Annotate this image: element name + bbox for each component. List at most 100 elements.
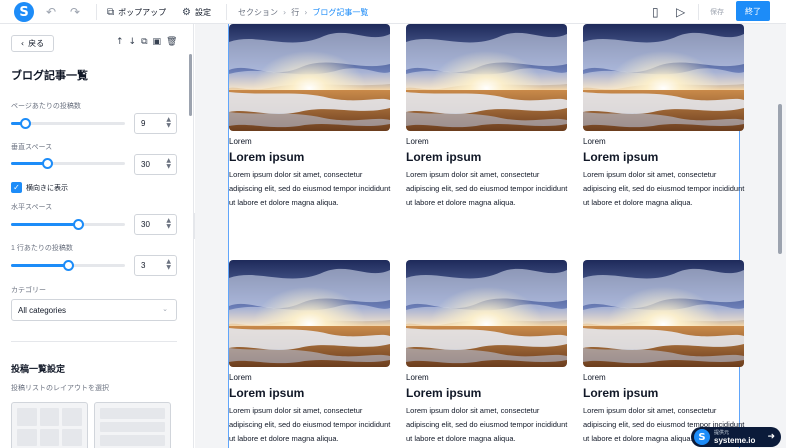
post-excerpt: Lorem ipsum dolor sit amet, consectetur … [229, 406, 391, 443]
chevron-right-icon: › [304, 7, 308, 17]
post-excerpt: Lorem ipsum dolor sit amet, consectetur … [406, 170, 568, 207]
input-value: 9 [141, 119, 146, 128]
sidebar-scrollbar[interactable] [189, 54, 192, 116]
post-title[interactable]: Lorem ipsum [229, 386, 391, 400]
slider-fill [11, 264, 68, 267]
layout-option-grid[interactable] [11, 402, 88, 448]
input-value: 30 [141, 160, 150, 169]
post-category[interactable]: Lorem [583, 137, 745, 146]
breadcrumb-section[interactable]: セクション [238, 7, 278, 18]
beach-sunset-image [406, 24, 567, 131]
horizontal-space-label: 水平スペース [11, 204, 53, 211]
blog-post-card[interactable]: Lorem Lorem ipsum Lorem ipsum dolor sit … [406, 24, 568, 210]
powered-by-badge[interactable]: S 提供元 systeme.io ➜ [691, 427, 781, 447]
undo-icon[interactable]: ↶ [46, 4, 56, 20]
post-list-settings-subtitle: 投稿リストのレイアウトを選択 [11, 385, 109, 392]
settings-button[interactable]: ⚙ 設定 [182, 4, 211, 20]
element-tools: ↑ ↓ ⧉ ▣ 🗑 [116, 37, 177, 47]
post-title[interactable]: Lorem ipsum [583, 386, 745, 400]
copy-icon[interactable]: ⧉ [141, 37, 147, 47]
post-thumbnail[interactable] [583, 24, 744, 131]
toolbar-divider [226, 4, 227, 20]
panel-title: ブログ記事一覧 [11, 70, 88, 82]
input-value: 30 [141, 220, 150, 229]
post-thumbnail[interactable] [406, 24, 567, 131]
blog-post-card[interactable]: Lorem Lorem ipsum Lorem ipsum dolor sit … [229, 24, 391, 210]
finish-button[interactable]: 終了 [736, 1, 770, 21]
app-logo[interactable]: S [14, 2, 34, 22]
chevron-right-icon: › [283, 7, 287, 17]
post-thumbnail[interactable] [229, 24, 390, 131]
toolbar-divider [96, 4, 97, 20]
blog-post-card[interactable]: Lorem Lorem ipsum Lorem ipsum dolor sit … [583, 24, 745, 210]
slider-thumb[interactable] [73, 219, 85, 230]
stepper-icon[interactable]: ▲ ▼ [166, 158, 171, 170]
category-label: カテゴリー [11, 287, 46, 294]
chevron-down-icon: ⌄ [162, 305, 168, 313]
post-category[interactable]: Lorem [406, 373, 568, 382]
blog-post-card[interactable]: Lorem Lorem ipsum Lorem ipsum dolor sit … [229, 260, 391, 446]
post-title[interactable]: Lorem ipsum [406, 386, 568, 400]
redo-icon[interactable]: ↷ [70, 4, 80, 20]
posts-per-page-label: ページあたりの投稿数 [11, 103, 81, 110]
move-up-icon[interactable]: ↑ [116, 37, 124, 47]
beach-sunset-image [229, 260, 390, 367]
post-category[interactable]: Lorem [229, 137, 391, 146]
horizontal-space-slider[interactable] [11, 219, 125, 230]
horizontal-checkbox[interactable]: ✓ [11, 182, 22, 193]
popup-label: ポップアップ [118, 7, 167, 17]
post-category[interactable]: Lorem [229, 373, 391, 382]
beach-sunset-image [583, 24, 744, 131]
back-label: 戻る [28, 39, 45, 48]
post-thumbnail[interactable] [406, 260, 567, 367]
post-title[interactable]: Lorem ipsum [406, 150, 568, 164]
vertical-space-input[interactable]: 30 ▲ ▼ [134, 154, 177, 175]
gear-icon: ⚙ [182, 6, 191, 18]
vertical-space-slider[interactable] [11, 158, 125, 169]
beach-sunset-image [229, 24, 390, 131]
post-category[interactable]: Lorem [583, 373, 745, 382]
save-block-icon[interactable]: ▣ [153, 37, 162, 47]
post-title[interactable]: Lorem ipsum [583, 150, 745, 164]
move-down-icon[interactable]: ↓ [129, 37, 137, 47]
slider-fill [11, 223, 79, 226]
blog-post-card[interactable]: Lorem Lorem ipsum Lorem ipsum dolor sit … [406, 260, 568, 446]
posts-per-page-slider[interactable] [11, 118, 125, 129]
toolbar-divider [698, 4, 699, 20]
mobile-preview-icon[interactable]: ▯ [652, 4, 659, 20]
post-title[interactable]: Lorem ipsum [229, 150, 391, 164]
slider-thumb[interactable] [63, 260, 74, 271]
back-button[interactable]: ‹ 戻る [11, 35, 54, 52]
settings-sidebar: ‹ 戻る ↑ ↓ ⧉ ▣ 🗑 ブログ記事一覧 ページあたりの投稿数 9 ▲ ▼ 垂… [0, 24, 194, 448]
stepper-icon[interactable]: ▲ ▼ [166, 117, 171, 129]
layout-option-list[interactable] [94, 402, 171, 448]
post-thumbnail[interactable] [583, 260, 744, 367]
editor-canvas: Lorem Lorem ipsum Lorem ipsum dolor sit … [195, 24, 786, 448]
breadcrumb-current: ブログ記事一覧 [312, 7, 369, 17]
post-thumbnail[interactable] [229, 260, 390, 367]
blog-list-section[interactable]: Lorem Lorem ipsum Lorem ipsum dolor sit … [228, 24, 744, 448]
post-excerpt: Lorem ipsum dolor sit amet, consectetur … [229, 170, 391, 207]
vertical-space-label: 垂直スペース [11, 144, 53, 151]
play-preview-icon[interactable]: ▷ [676, 4, 685, 20]
arrow-right-icon: ➜ [767, 432, 775, 442]
blog-post-card[interactable]: Lorem Lorem ipsum Lorem ipsum dolor sit … [583, 260, 745, 446]
post-category[interactable]: Lorem [406, 137, 568, 146]
posts-per-row-slider[interactable] [11, 260, 125, 271]
horizontal-checkbox-label: 横向きに表示 [26, 185, 68, 192]
breadcrumb-row[interactable]: 行 [291, 7, 299, 18]
slider-thumb[interactable] [42, 158, 54, 169]
save-button[interactable]: 保存 [704, 2, 730, 22]
popup-button[interactable]: ⧉ ポップアップ [107, 4, 166, 20]
stepper-icon[interactable]: ▲ ▼ [166, 218, 171, 230]
posts-per-row-input[interactable]: 3 ▲ ▼ [134, 255, 177, 276]
posts-per-page-input[interactable]: 9 ▲ ▼ [134, 113, 177, 134]
trash-icon[interactable]: 🗑 [166, 37, 177, 47]
canvas-scrollbar[interactable] [778, 104, 782, 254]
stepper-icon[interactable]: ▲ ▼ [166, 259, 171, 271]
post-list-settings-title: 投稿一覧設定 [11, 364, 66, 374]
slider-thumb[interactable] [19, 118, 31, 129]
category-select[interactable]: All categories ⌄ [11, 299, 177, 321]
horizontal-space-input[interactable]: 30 ▲ ▼ [134, 214, 177, 235]
select-value: All categories [18, 305, 67, 315]
